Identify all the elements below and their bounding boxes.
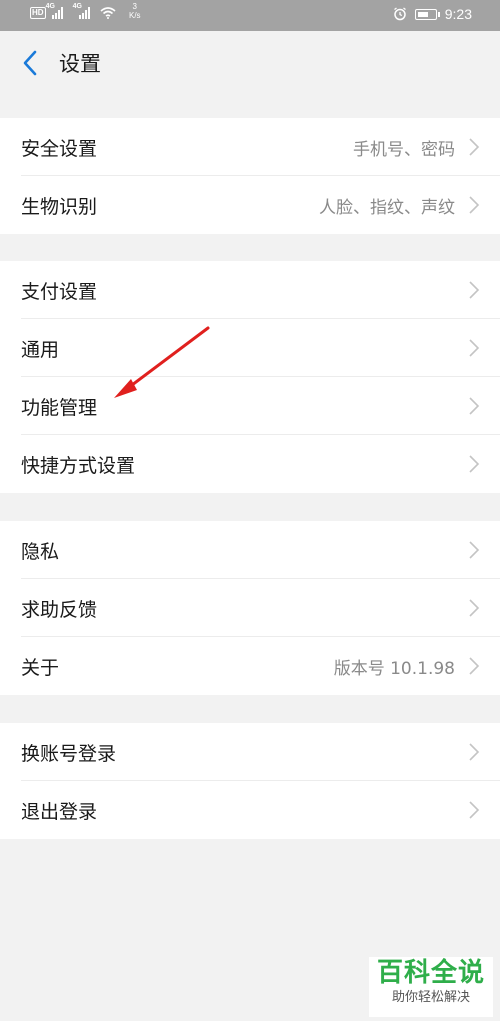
chevron-right-icon [469, 196, 480, 214]
chevron-right-icon [469, 657, 480, 675]
watermark-logo: 百科全说 助你轻松解决 [369, 957, 493, 1017]
battery-charging-icon [414, 8, 440, 20]
row-about[interactable]: 关于 版本号 10.1.98 [0, 637, 500, 695]
signal-icon: 4G [46, 3, 63, 19]
row-value: 版本号 10.1.98 [333, 658, 455, 679]
chevron-right-icon [469, 541, 480, 559]
clock: 9:23 [444, 6, 472, 22]
status-bar: HD 4G 4G 3 K/s 9:23 [0, 0, 500, 31]
row-label: 通用 [21, 338, 60, 361]
row-logout[interactable]: 退出登录 [0, 781, 500, 839]
row-general[interactable]: 通用 [0, 319, 500, 377]
row-label: 功能管理 [21, 396, 98, 419]
signal-icon: 4G [73, 3, 90, 19]
watermark-subtitle: 助你轻松解决 [391, 990, 470, 1005]
row-label: 安全设置 [21, 137, 98, 160]
chevron-right-icon [469, 281, 480, 299]
chevron-right-icon [469, 599, 480, 617]
watermark-title: 百科全说 [376, 958, 485, 988]
row-shortcut-settings[interactable]: 快捷方式设置 [0, 435, 500, 493]
row-label: 隐私 [21, 540, 60, 563]
chevron-right-icon [469, 138, 480, 156]
row-label: 支付设置 [21, 280, 98, 303]
chevron-right-icon [469, 743, 480, 761]
row-value: 手机号、密码 [353, 139, 455, 160]
chevron-right-icon [469, 397, 480, 415]
settings-group-general: 支付设置 通用 功能管理 快捷方式设置 [0, 261, 500, 493]
status-left: HD 4G 4G [30, 3, 116, 19]
row-label: 关于 [21, 656, 60, 679]
row-label: 求助反馈 [21, 598, 98, 621]
row-label: 退出登录 [21, 800, 98, 823]
alarm-icon [393, 7, 406, 21]
chevron-right-icon [469, 339, 480, 357]
row-privacy[interactable]: 隐私 [0, 521, 500, 579]
row-switch-account[interactable]: 换账号登录 [0, 723, 500, 781]
chevron-left-icon[interactable] [20, 50, 42, 76]
row-label: 快捷方式设置 [21, 454, 136, 477]
page-title: 设置 [59, 52, 101, 76]
status-right: 9:23 [393, 6, 472, 22]
network-speed: 3 K/s [129, 2, 141, 20]
chevron-right-icon [469, 455, 480, 473]
row-label: 换账号登录 [21, 742, 117, 765]
row-value: 人脸、指纹、声纹 [319, 197, 455, 218]
wifi-icon [100, 7, 116, 19]
settings-group-account: 换账号登录 退出登录 [0, 723, 500, 839]
row-biometrics[interactable]: 生物识别 人脸、指纹、声纹 [0, 176, 500, 234]
row-label: 生物识别 [21, 195, 98, 218]
row-security-settings[interactable]: 安全设置 手机号、密码 [0, 118, 500, 176]
header: 设置 [0, 31, 500, 93]
row-help-feedback[interactable]: 求助反馈 [0, 579, 500, 637]
sim-hd-icon: HD [30, 7, 46, 19]
row-payment-settings[interactable]: 支付设置 [0, 261, 500, 319]
settings-group-security: 安全设置 手机号、密码 生物识别 人脸、指纹、声纹 [0, 118, 500, 234]
row-feature-management[interactable]: 功能管理 [0, 377, 500, 435]
chevron-right-icon [469, 801, 480, 819]
settings-group-privacy: 隐私 求助反馈 关于 版本号 10.1.98 [0, 521, 500, 695]
